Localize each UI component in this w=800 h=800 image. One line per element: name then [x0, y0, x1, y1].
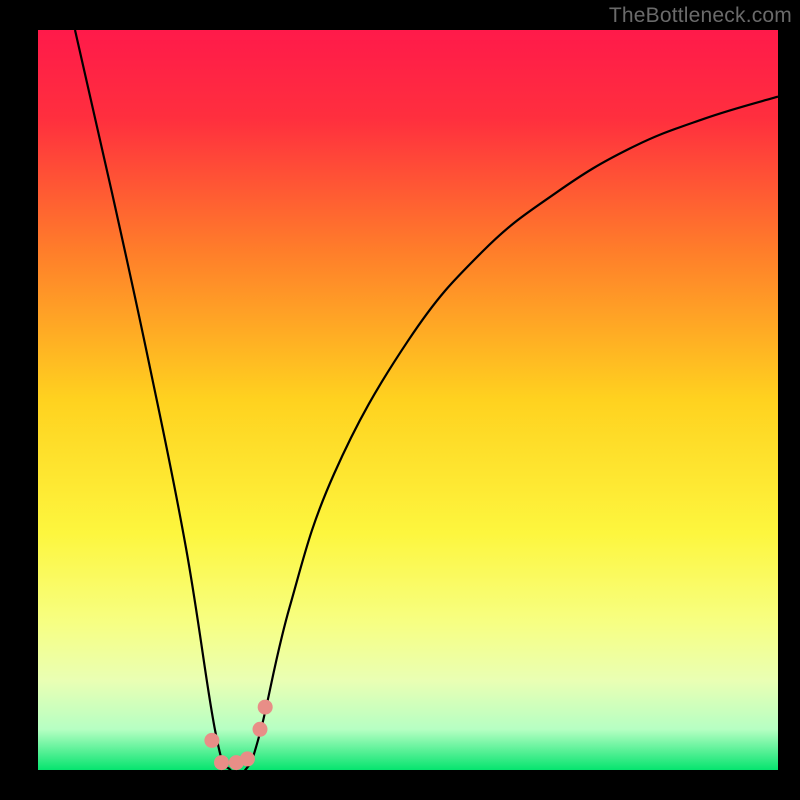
plot-background: [38, 30, 778, 770]
curve-marker: [204, 733, 219, 748]
bottleneck-chart: [0, 0, 800, 800]
chart-frame: TheBottleneck.com: [0, 0, 800, 800]
curve-marker: [240, 751, 255, 766]
watermark-label: TheBottleneck.com: [609, 4, 792, 28]
curve-marker: [214, 755, 229, 770]
curve-marker: [253, 722, 268, 737]
curve-marker: [258, 700, 273, 715]
